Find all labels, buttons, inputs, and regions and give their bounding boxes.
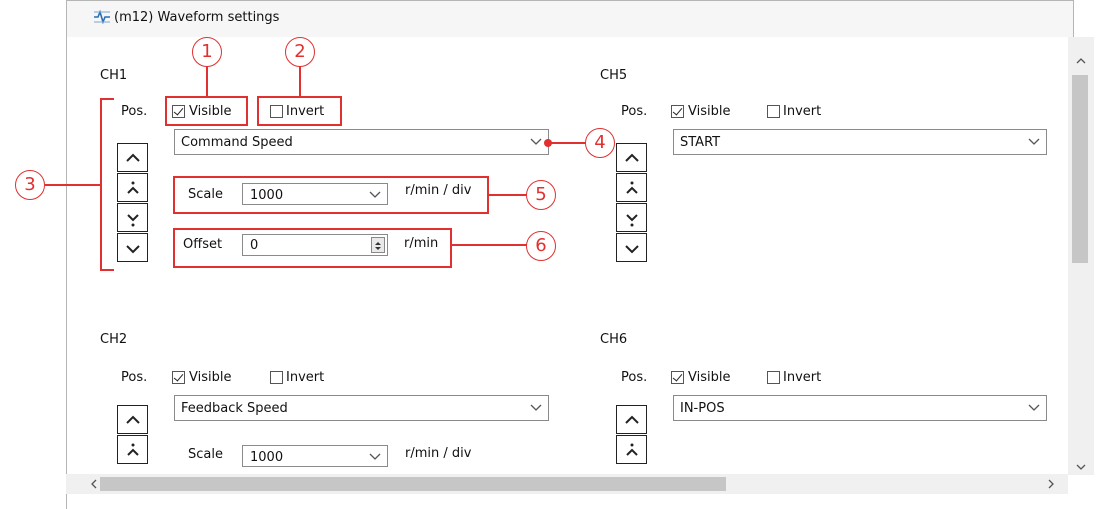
chevron-up-dotted-icon xyxy=(626,181,638,194)
callout-2-leader xyxy=(299,66,301,97)
ch1-pos-label: Pos. xyxy=(121,104,148,119)
callout-2: 2 xyxy=(285,37,315,67)
ch2-invert-label: Invert xyxy=(286,370,325,385)
chevron-down-icon xyxy=(530,404,542,411)
callout-5: 5 xyxy=(526,180,556,210)
ch2-scale-unit: r/min / div xyxy=(405,446,472,461)
chevron-down-icon xyxy=(369,453,381,460)
callout-3-leader xyxy=(45,184,101,186)
horizontal-scroll-thumb[interactable] xyxy=(100,477,726,491)
chevron-up-icon xyxy=(126,415,140,424)
callout-6: 6 xyxy=(526,231,556,261)
ch5-pos-up-button[interactable] xyxy=(616,143,647,172)
ch1-pos-down-button[interactable] xyxy=(117,233,148,262)
callout-2-box xyxy=(257,96,342,126)
waveform-settings-icon xyxy=(93,9,111,29)
vertical-scroll-thumb[interactable] xyxy=(1072,75,1088,263)
chevron-down-icon xyxy=(126,245,140,254)
chevron-down-icon xyxy=(1028,138,1040,145)
ch5-label: CH5 xyxy=(600,68,628,83)
scroll-up-arrow-icon[interactable] xyxy=(1068,51,1094,71)
ch2-pos-up-button[interactable] xyxy=(117,405,148,434)
callout-6-leader xyxy=(452,244,527,246)
chevron-up-dotted-icon xyxy=(127,181,139,194)
ch1-pos-down-small-button[interactable] xyxy=(117,203,148,232)
ch2-signal-value: Feedback Speed xyxy=(181,401,288,416)
ch5-visible-checkbox[interactable] xyxy=(671,105,684,118)
callout-5-leader xyxy=(489,194,527,196)
ch5-invert-label: Invert xyxy=(783,104,822,119)
ch2-pos-up-small-button[interactable] xyxy=(117,435,148,464)
ch6-visible-label: Visible xyxy=(688,370,731,385)
ch6-visible-checkbox[interactable] xyxy=(671,371,684,384)
callout-1: 1 xyxy=(192,37,222,67)
callout-6-box xyxy=(173,228,452,268)
callout-3: 3 xyxy=(15,170,45,200)
ch5-signal-select[interactable]: START xyxy=(673,129,1047,155)
vertical-scrollbar[interactable] xyxy=(1068,37,1094,475)
chevron-down-icon xyxy=(530,138,542,145)
ch2-label: CH2 xyxy=(100,332,128,347)
ch5-invert-checkbox[interactable] xyxy=(767,105,780,118)
ch1-label: CH1 xyxy=(100,68,128,83)
ch6-invert-checkbox[interactable] xyxy=(767,371,780,384)
window-title: (m12) Waveform settings xyxy=(114,10,280,25)
chevron-up-icon xyxy=(126,153,140,162)
ch2-invert-checkbox[interactable] xyxy=(270,371,283,384)
ch2-visible-checkbox[interactable] xyxy=(172,371,185,384)
ch6-pos-up-button[interactable] xyxy=(616,405,647,434)
callout-5-box xyxy=(173,176,489,214)
ch2-scale-label: Scale xyxy=(188,447,223,462)
callout-4-leader xyxy=(548,142,586,144)
chevron-up-dotted-icon xyxy=(626,443,638,456)
ch2-scale-select[interactable]: 1000 xyxy=(242,445,388,467)
chevron-down-dotted-icon xyxy=(127,214,139,227)
horizontal-scrollbar[interactable] xyxy=(66,474,1068,494)
chevron-down-icon xyxy=(1028,404,1040,411)
scroll-right-arrow-icon[interactable] xyxy=(1041,474,1061,494)
chevron-down-dotted-icon xyxy=(626,214,638,227)
ch5-pos-down-small-button[interactable] xyxy=(616,203,647,232)
ch2-visible-label: Visible xyxy=(189,370,232,385)
callout-1-leader xyxy=(206,66,208,97)
ch6-invert-label: Invert xyxy=(783,370,822,385)
chevron-up-icon xyxy=(625,153,639,162)
ch2-pos-label: Pos. xyxy=(121,370,148,385)
ch5-pos-down-button[interactable] xyxy=(616,233,647,262)
ch5-visible-label: Visible xyxy=(688,104,731,119)
ch6-signal-select[interactable]: IN-POS xyxy=(673,395,1047,421)
ch5-pos-up-small-button[interactable] xyxy=(616,173,647,202)
ch1-pos-up-button[interactable] xyxy=(117,143,148,172)
callout-1-box xyxy=(165,96,248,126)
ch1-pos-up-small-button[interactable] xyxy=(117,173,148,202)
callout-4: 4 xyxy=(585,128,615,158)
callout-4-dot xyxy=(544,139,552,147)
ch2-scale-value: 1000 xyxy=(250,450,284,465)
ch2-signal-select[interactable]: Feedback Speed xyxy=(174,395,549,421)
callout-3-bracket-bottom xyxy=(100,269,114,271)
chevron-up-dotted-icon xyxy=(127,443,139,456)
scroll-down-arrow-icon[interactable] xyxy=(1068,457,1094,477)
ch6-signal-value: IN-POS xyxy=(680,401,725,416)
ch6-pos-up-small-button[interactable] xyxy=(616,435,647,464)
chevron-down-icon xyxy=(625,245,639,254)
ch1-signal-value: Command Speed xyxy=(181,135,293,150)
ch5-pos-label: Pos. xyxy=(621,104,648,119)
ch1-signal-select[interactable]: Command Speed xyxy=(174,129,549,155)
chevron-up-icon xyxy=(625,415,639,424)
callout-3-bracket-top xyxy=(100,98,114,100)
ch5-signal-value: START xyxy=(680,135,721,150)
ch6-pos-label: Pos. xyxy=(621,370,648,385)
ch6-label: CH6 xyxy=(600,332,628,347)
